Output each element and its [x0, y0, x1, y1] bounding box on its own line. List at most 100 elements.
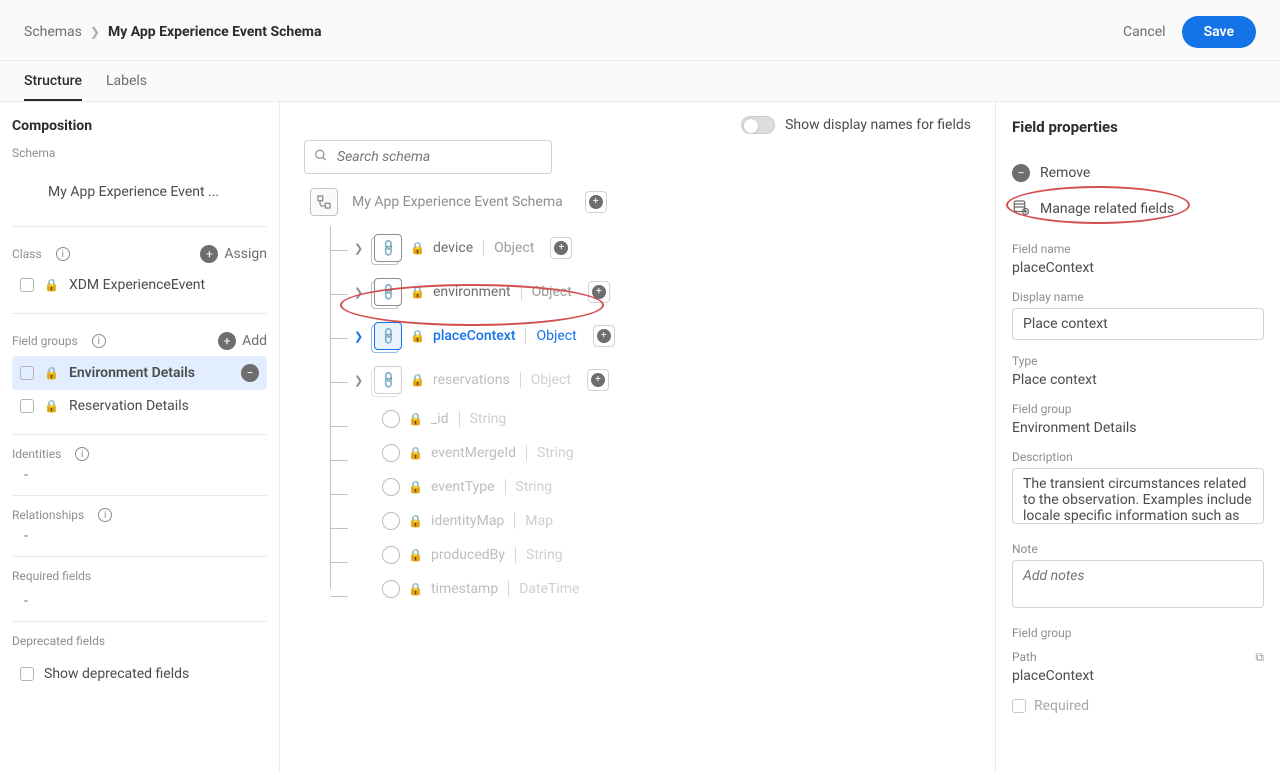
field-properties-panel: Field properties − Remove Manage related…	[995, 102, 1280, 773]
node-timestamp[interactable]: 🔒 timestamp DateTime	[354, 572, 981, 606]
notes-textarea[interactable]	[1012, 560, 1264, 608]
object-icon: 🔗	[374, 234, 402, 262]
display-names-label: Show display names for fields	[785, 117, 971, 133]
add-field-button[interactable]: +	[587, 369, 609, 391]
display-name-input[interactable]	[1012, 308, 1264, 340]
breadcrumb-current: My App Experience Event Schema	[108, 24, 321, 40]
type-label: Type	[1012, 354, 1264, 368]
node-reservations[interactable]: ❯ 🔗 🔒 reservations Object +	[354, 358, 981, 402]
remove-button[interactable]: − Remove	[1012, 156, 1264, 190]
node-environment[interactable]: ❯ 🔗 🔒 environment Object +	[354, 270, 981, 314]
node-identitymap[interactable]: 🔒 identityMap Map	[354, 504, 981, 538]
breadcrumb-parent[interactable]: Schemas	[24, 24, 82, 40]
class-label: Class	[12, 247, 42, 261]
object-icon: 🔗	[374, 322, 402, 350]
cancel-button[interactable]: Cancel	[1123, 24, 1166, 40]
field-group-label: Field group	[1012, 402, 1264, 416]
caret-icon[interactable]: ❯	[354, 374, 366, 387]
required-empty: -	[12, 593, 267, 609]
field-properties-title: Field properties	[1012, 118, 1264, 136]
add-field-group-button[interactable]: + Add	[218, 332, 267, 350]
class-item[interactable]: 🔒 XDM ExperienceEvent	[12, 269, 267, 301]
field-groups-label: Field groups	[12, 334, 78, 348]
lock-icon: 🔒	[408, 514, 423, 528]
identities-empty: -	[12, 467, 267, 483]
node-placecontext[interactable]: ❯ 🔗 🔒 placeContext Object +	[354, 314, 981, 358]
field-group-value: Environment Details	[1012, 420, 1264, 436]
schema-label: Schema	[12, 146, 267, 160]
description-label: Description	[1012, 450, 1264, 464]
scalar-icon	[382, 410, 400, 428]
assign-class-button[interactable]: + Assign	[200, 245, 267, 263]
show-deprecated-row[interactable]: Show deprecated fields	[12, 658, 267, 690]
copy-icon[interactable]: ⧉	[1255, 650, 1264, 665]
plus-icon: +	[218, 332, 236, 350]
header: Schemas ❯ My App Experience Event Schema…	[0, 0, 1280, 61]
display-name-label: Display name	[1012, 290, 1264, 304]
deprecated-label: Deprecated fields	[12, 634, 267, 648]
field-name-value: placeContext	[1012, 260, 1264, 276]
add-field-button[interactable]: +	[593, 325, 615, 347]
field-group-label-2: Field group	[1012, 626, 1264, 640]
display-names-toggle[interactable]	[741, 116, 775, 134]
lock-icon: 🔒	[44, 366, 59, 380]
manage-related-fields-button[interactable]: Manage related fields	[1012, 190, 1264, 228]
lock-icon: 🔒	[410, 285, 425, 299]
path-label: Path	[1012, 650, 1037, 664]
save-button[interactable]: Save	[1182, 16, 1256, 48]
lock-icon: 🔒	[408, 548, 423, 562]
object-icon: 🔗	[374, 366, 402, 394]
lock-icon: 🔒	[410, 241, 425, 255]
info-icon[interactable]: i	[98, 508, 112, 522]
composition-panel: Composition Schema My App Experience Eve…	[0, 102, 280, 773]
add-field-button[interactable]: +	[585, 191, 607, 213]
caret-icon[interactable]: ❯	[354, 330, 366, 343]
required-row: Required	[1012, 698, 1264, 714]
node-device[interactable]: ❯ 🔗 🔒 device Object +	[354, 226, 981, 270]
scalar-icon	[382, 580, 400, 598]
caret-icon[interactable]: ❯	[354, 242, 366, 255]
schema-root-name[interactable]: My App Experience Event Schema	[352, 194, 563, 210]
field-group-reservation[interactable]: 🔒 Reservation Details	[12, 390, 267, 422]
caret-icon[interactable]: ❯	[354, 286, 366, 299]
manage-icon	[1012, 198, 1030, 220]
checkbox[interactable]	[20, 399, 34, 413]
description-textarea[interactable]	[1012, 468, 1264, 524]
remove-icon[interactable]: −	[241, 364, 259, 382]
field-group-environment[interactable]: 🔒 Environment Details −	[12, 356, 267, 390]
add-field-button[interactable]: +	[588, 281, 610, 303]
node-id[interactable]: 🔒 _id String	[354, 402, 981, 436]
checkbox[interactable]	[20, 278, 34, 292]
scalar-icon	[382, 478, 400, 496]
note-label: Note	[1012, 542, 1264, 556]
schema-name[interactable]: My App Experience Event ...	[12, 170, 267, 214]
lock-icon: 🔒	[408, 412, 423, 426]
add-field-button[interactable]: +	[550, 237, 572, 259]
lock-icon: 🔒	[44, 399, 59, 413]
lock-icon: 🔒	[408, 446, 423, 460]
info-icon[interactable]: i	[56, 247, 70, 261]
checkbox[interactable]	[20, 366, 34, 380]
node-eventmergeid[interactable]: 🔒 eventMergeId String	[354, 436, 981, 470]
tab-structure[interactable]: Structure	[24, 61, 82, 101]
required-checkbox[interactable]	[1012, 699, 1026, 713]
object-icon: 🔗	[374, 278, 402, 306]
path-value: placeContext	[1012, 668, 1264, 684]
scalar-icon	[382, 444, 400, 462]
checkbox[interactable]	[20, 667, 34, 681]
search-icon	[314, 148, 328, 167]
node-producedby[interactable]: 🔒 producedBy String	[354, 538, 981, 572]
relationships-label: Relationships	[12, 508, 84, 522]
lock-icon: 🔒	[408, 480, 423, 494]
info-icon[interactable]: i	[92, 334, 106, 348]
tab-labels[interactable]: Labels	[106, 61, 147, 101]
type-value: Place context	[1012, 372, 1264, 388]
info-icon[interactable]: i	[75, 447, 89, 461]
tabs: Structure Labels	[0, 61, 1280, 102]
plus-icon: +	[200, 245, 218, 263]
lock-icon: 🔒	[408, 582, 423, 596]
node-eventtype[interactable]: 🔒 eventType String	[354, 470, 981, 504]
search-input[interactable]	[304, 140, 552, 174]
lock-icon: 🔒	[410, 329, 425, 343]
schema-canvas: Show display names for fields My App Exp…	[280, 102, 995, 773]
